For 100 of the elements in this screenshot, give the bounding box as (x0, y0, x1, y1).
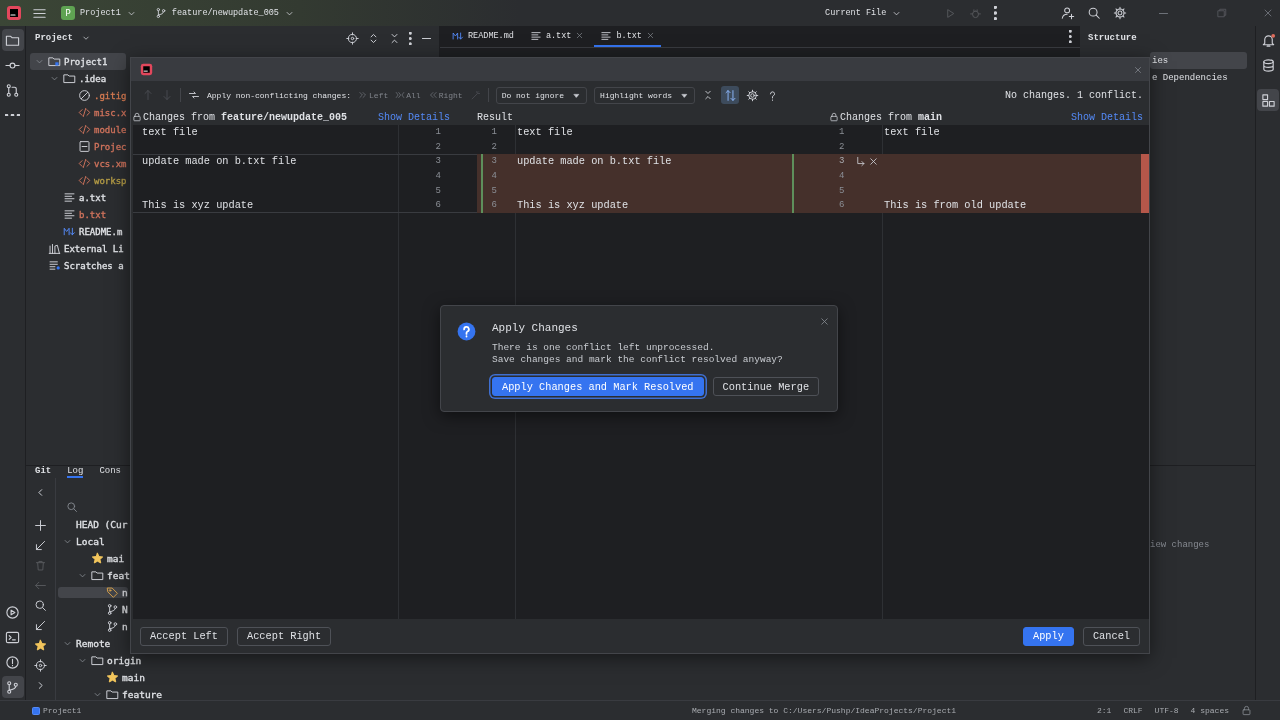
tree-item[interactable]: Local (58, 536, 105, 547)
dialog-button[interactable]: Accept Right (237, 626, 332, 646)
caret-position[interactable]: 2:1 (1096, 706, 1112, 715)
close-icon[interactable] (819, 316, 831, 327)
dialog-button[interactable]: Apply Changes and Mark Resolved (492, 377, 704, 396)
lock-icon[interactable] (1241, 705, 1252, 716)
add-user-icon[interactable] (1061, 6, 1075, 20)
dialog-button[interactable]: Cancel (1082, 626, 1140, 646)
search-icon[interactable] (1087, 6, 1101, 20)
close-icon[interactable] (575, 31, 585, 40)
more-icon[interactable] (994, 6, 997, 20)
tree-item[interactable]: .gitig (30, 87, 129, 104)
show-details-link[interactable]: Show Details (378, 111, 475, 123)
dialog-button[interactable]: Continue Merge (712, 377, 820, 396)
module-icon (32, 706, 40, 715)
line-number: 4 (435, 171, 441, 182)
branch-icon (106, 603, 119, 616)
tree-item[interactable]: n (58, 587, 128, 598)
dialog-button[interactable]: Apply (1023, 626, 1074, 646)
tree-item[interactable]: b.txt (30, 206, 126, 223)
tool-window-button[interactable] (1, 676, 24, 698)
app-logo-icon (140, 63, 153, 76)
code-line: update made on b.txt file (141, 154, 298, 169)
show-details-link[interactable]: Show Details (1071, 111, 1149, 123)
ignore-dropdown[interactable]: Do not ignore (495, 86, 588, 104)
ignore-file-icon (78, 89, 91, 102)
line-separator[interactable]: CRLF (1123, 706, 1143, 715)
folder-icon (91, 654, 104, 667)
arrow-icon[interactable] (34, 619, 47, 632)
tree-item[interactable]: README.m (30, 223, 126, 240)
tool-window-button[interactable] (1257, 89, 1279, 111)
tree-item[interactable]: misc.x (30, 104, 129, 121)
code-line: text file (883, 125, 941, 140)
tree-item[interactable]: ies (1150, 52, 1247, 69)
code-file-icon (78, 123, 91, 136)
tree-item[interactable]: Remote (58, 638, 111, 649)
branch-selector[interactable]: feature/newupdate_005 (150, 3, 299, 23)
tool-window-button[interactable] (1, 29, 24, 51)
sync-icon (723, 88, 737, 102)
code-line: This is from old update (883, 198, 1028, 213)
locate-icon[interactable] (34, 659, 47, 672)
run-config-selector[interactable]: Current File (821, 3, 907, 23)
indent-setting[interactable]: 4 spaces (1190, 706, 1229, 715)
close-icon[interactable] (645, 31, 655, 40)
chevron-down-icon (80, 33, 91, 43)
tree-item[interactable]: External Li (30, 240, 126, 257)
settings-icon[interactable] (746, 88, 760, 102)
tree-item[interactable]: N (58, 604, 128, 615)
tree-item[interactable]: mai (58, 553, 125, 564)
close-icon[interactable] (1262, 7, 1274, 19)
settings-icon[interactable] (1113, 6, 1127, 20)
tree-item[interactable]: Scratches a (30, 257, 126, 274)
more-icon[interactable] (409, 31, 412, 45)
star-icon (106, 671, 119, 684)
pane-title: Result (477, 111, 513, 123)
tree-item[interactable]: .idea (30, 70, 126, 87)
tree-item[interactable]: feat (58, 570, 130, 581)
ignore-icon[interactable] (868, 156, 879, 167)
branch-icon (154, 7, 167, 19)
tree-item[interactable]: n (58, 621, 128, 632)
highlight-dropdown[interactable]: Highlight words (594, 86, 696, 104)
panel-tab[interactable]: Cons (99, 466, 121, 478)
tree-item[interactable]: worksp (30, 172, 129, 189)
apply-icon[interactable] (188, 89, 200, 101)
tree-item[interactable]: origin (58, 655, 142, 666)
editor-tab[interactable]: b.txt (594, 26, 661, 47)
sync-scroll-toggle[interactable] (721, 86, 740, 104)
folder-icon (106, 688, 119, 700)
close-icon[interactable] (1133, 64, 1143, 75)
project-selector[interactable]: P Project1 (57, 3, 141, 23)
tree-item[interactable]: main (58, 672, 145, 683)
star-icon[interactable] (34, 639, 47, 652)
locate-icon[interactable] (346, 31, 360, 45)
tree-item[interactable]: vcs.xm (30, 155, 129, 172)
breadcrumb[interactable]: Project1 (32, 706, 692, 715)
line-number: 2 (491, 141, 497, 152)
tree-item[interactable]: Project1 (30, 53, 126, 70)
panel-tab[interactable]: Log (67, 466, 84, 478)
editor-tab[interactable]: a.txt (523, 26, 591, 47)
tree-item[interactable]: Projec (30, 138, 129, 155)
editor-tab[interactable]: README.md (446, 26, 520, 47)
tree-item[interactable]: HEAD (Cur (58, 519, 128, 530)
folder-icon (63, 72, 76, 85)
panel-title[interactable]: Project (35, 33, 73, 43)
more-icon[interactable] (1069, 30, 1072, 43)
dialog-button[interactable]: Accept Left (140, 626, 228, 646)
terminal-icon (5, 629, 20, 645)
tree-item[interactable]: feature (58, 689, 163, 700)
search-icon[interactable] (34, 599, 47, 612)
arrow-icon[interactable] (34, 539, 47, 552)
code-file-icon (78, 157, 91, 170)
tree-item[interactable]: a.txt (30, 189, 126, 206)
tree-item[interactable]: module (30, 121, 129, 138)
arrows-icon (427, 90, 438, 100)
tree-item[interactable]: e Dependencies (1150, 69, 1247, 86)
pull-request-icon (5, 82, 20, 98)
file-encoding[interactable]: UTF-8 (1154, 706, 1179, 715)
structure-icon (1260, 92, 1276, 108)
accept-icon[interactable] (855, 156, 866, 167)
add-icon[interactable] (34, 519, 47, 532)
